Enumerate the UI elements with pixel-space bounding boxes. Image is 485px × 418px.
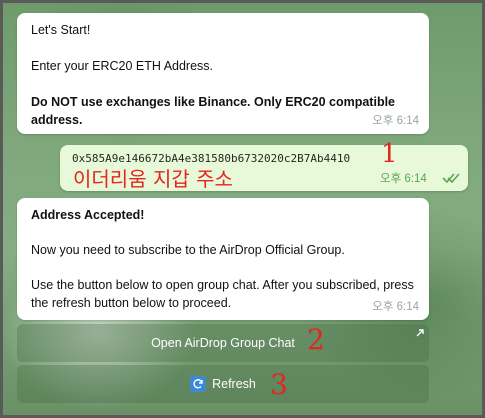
open-group-chat-label: Open AirDrop Group Chat — [151, 336, 295, 350]
incoming-message-start: Let's Start! Enter your ERC20 ETH Addres… — [17, 13, 429, 134]
message-line-subscribe: Now you need to subscribe to the AirDrop… — [31, 243, 345, 257]
annotation-korean-label: 이더리움 지갑 주소 — [73, 167, 233, 191]
message-line-start: Let's Start! — [31, 23, 91, 37]
message-time: 오후 6:14 — [380, 173, 427, 185]
message-time: 오후 6:14 — [372, 115, 419, 127]
message-line-instructions: Use the button below to open group chat.… — [31, 278, 414, 310]
refresh-button[interactable]: Refresh — [17, 365, 429, 403]
message-title-accepted: Address Accepted! — [31, 208, 145, 222]
chat-background: Let's Start! Enter your ERC20 ETH Addres… — [0, 0, 485, 418]
arrow-up-right-icon — [415, 327, 425, 341]
annotation-number-2: 2 — [307, 323, 325, 356]
annotation-number-1: 1 — [381, 139, 398, 169]
incoming-message-accepted: Address Accepted! Now you need to subscr… — [17, 198, 429, 320]
annotation-number-3: 3 — [270, 368, 288, 401]
double-check-icon — [442, 171, 460, 189]
open-group-chat-button[interactable]: Open AirDrop Group Chat — [17, 324, 429, 362]
refresh-label: Refresh — [212, 377, 256, 391]
message-line-warning: Do NOT use exchanges like Binance. Only … — [31, 95, 396, 127]
refresh-icon — [190, 376, 207, 392]
message-line-enter-address: Enter your ERC20 ETH Address. — [31, 59, 214, 73]
message-time: 오후 6:14 — [372, 301, 419, 313]
